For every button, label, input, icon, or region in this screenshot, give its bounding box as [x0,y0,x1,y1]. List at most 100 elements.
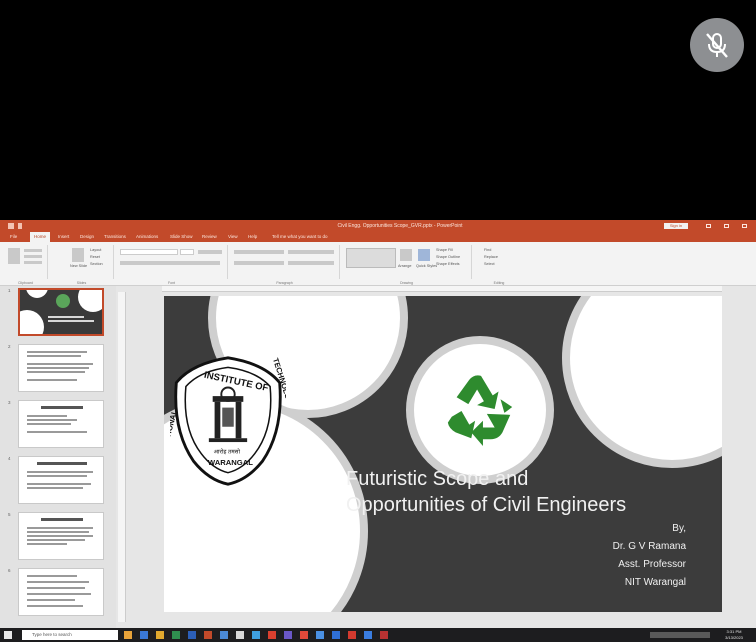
reset-button[interactable]: Reset [90,255,100,259]
find-button[interactable]: Find [484,248,491,252]
chrome-icon[interactable] [268,631,276,639]
thumbnail-preview[interactable] [18,456,104,504]
app-icon[interactable] [316,631,324,639]
text-direction-buttons[interactable] [288,250,334,254]
font-name-select[interactable] [120,249,178,255]
meeting-screen: Civil Engg. Opportunities Scope_GVR.pptx… [0,0,756,642]
powerpoint-titlebar: Civil Engg. Opportunities Scope_GVR.pptx… [0,220,756,232]
excel-icon[interactable] [172,631,180,639]
windows-start-icon[interactable] [4,631,12,639]
tab-review[interactable]: Review [202,232,217,242]
app-icon[interactable] [332,631,340,639]
tab-help[interactable]: Help [248,232,257,242]
app-icon[interactable] [380,631,388,639]
slide-thumbnail[interactable]: 2 [0,344,116,396]
app-icon[interactable] [300,631,308,639]
save-icon[interactable] [8,223,14,229]
maximize-icon[interactable] [724,224,729,228]
cut-button[interactable] [24,249,42,252]
slide-title[interactable]: Futuristic Scope and Opportunities of Ci… [346,466,716,518]
undo-icon[interactable] [18,223,22,229]
taskbar-clock[interactable]: 3:31 PM 3/13/2023 [716,629,752,641]
taskbar-search-input[interactable]: Type here to search [22,630,118,640]
mute-microphone-button[interactable] [690,18,744,72]
new-slide-label[interactable]: New Slide [70,264,87,268]
tab-insert[interactable]: Insert [58,232,69,242]
slide-thumbnail[interactable]: 3 [0,400,116,452]
app-icon[interactable] [348,631,356,639]
replace-button[interactable]: Replace [484,255,498,259]
smartart-button[interactable] [288,261,334,265]
select-button[interactable]: Select [484,262,495,266]
thumbnail-preview[interactable] [18,344,104,392]
edge-icon[interactable] [140,631,148,639]
tab-transitions[interactable]: Transitions [104,232,126,242]
sign-in-button[interactable]: Sign in [664,223,688,229]
slide-title-line: Opportunities of Civil Engineers [346,494,627,516]
font-grow-shrink-buttons[interactable] [198,250,222,254]
shape-effects-button[interactable]: Shape Effects [436,262,460,266]
outlook-icon[interactable] [220,631,228,639]
thumbnail-preview[interactable] [18,288,104,336]
slide-thumbnail-pane: 1 2 3 4 5 6 [0,286,116,630]
teams-icon[interactable] [284,631,292,639]
close-icon[interactable] [742,224,747,228]
list-buttons[interactable] [234,250,284,254]
thumbnail-preview[interactable] [18,568,104,616]
tab-view[interactable]: View [228,232,238,242]
file-explorer-icon[interactable] [156,631,164,639]
tab-home[interactable]: Home [30,232,51,242]
format-painter-button[interactable] [24,261,42,264]
task-view-icon[interactable] [124,631,132,639]
thumbnail-preview[interactable] [18,400,104,448]
new-slide-icon[interactable] [72,248,84,262]
app-icon[interactable] [236,631,244,639]
slide-thumbnail[interactable]: 6 [0,568,116,620]
system-tray[interactable] [650,632,710,638]
minimize-icon[interactable] [706,224,711,228]
slides-group: New Slide Layout Reset Section Slides [50,245,114,285]
slide-canvas[interactable]: INSTITUTE OF NATIONAL TECHNOLOGY आरोह तम… [164,296,722,612]
app-icon[interactable] [252,631,260,639]
word-icon[interactable] [188,631,196,639]
section-button[interactable]: Section [90,262,103,266]
thumbnail-preview[interactable] [18,512,104,560]
tab-animations[interactable]: Animations [136,232,158,242]
arrange-label[interactable]: Arrange [398,264,412,268]
shape-outline-button[interactable]: Shape Outline [436,255,460,259]
author-name: Dr. G V Ramana [612,541,686,552]
quick-styles-icon[interactable] [418,249,430,261]
tab-slide-show[interactable]: Slide Show [170,232,193,242]
tab-design[interactable]: Design [80,232,94,242]
powerpoint-icon[interactable] [204,631,212,639]
layout-button[interactable]: Layout [90,248,101,252]
font-size-select[interactable] [180,249,194,255]
vertical-ruler [118,292,126,622]
slide-thumbnail[interactable]: 1 [0,288,116,340]
slide-number: 2 [8,344,11,349]
slide-thumbnail[interactable]: 5 [0,512,116,564]
slides-group-label: Slides [76,281,87,285]
align-buttons[interactable] [234,261,284,265]
shared-screen: Civil Engg. Opportunities Scope_GVR.pptx… [0,220,756,642]
tell-me-search[interactable]: Tell me what you want to do [272,232,328,242]
slide-thumbnail[interactable]: 4 [0,456,116,508]
svg-text:आरोह तमसो: आरोह तमसो [214,448,241,456]
shapes-gallery[interactable] [346,248,396,268]
app-icon[interactable] [364,631,372,639]
clipboard-group-label: Clipboard [18,281,33,285]
horizontal-ruler [162,286,722,292]
clock-date: 3/13/2023 [725,635,743,640]
decorative-circle [562,296,722,468]
tab-file[interactable]: File [10,232,17,242]
copy-button[interactable] [24,255,42,258]
slide-number: 6 [8,568,11,573]
font-style-buttons[interactable] [120,261,220,265]
slide-number: 5 [8,512,11,517]
arrange-icon[interactable] [400,249,412,261]
paste-icon[interactable] [8,248,20,264]
editing-group: Find Replace Select Editing [474,245,524,285]
shape-fill-button[interactable]: Shape Fill [436,248,453,252]
quick-styles-label[interactable]: Quick Styles [416,264,437,268]
slide-title-line: Futuristic Scope and [346,468,529,490]
